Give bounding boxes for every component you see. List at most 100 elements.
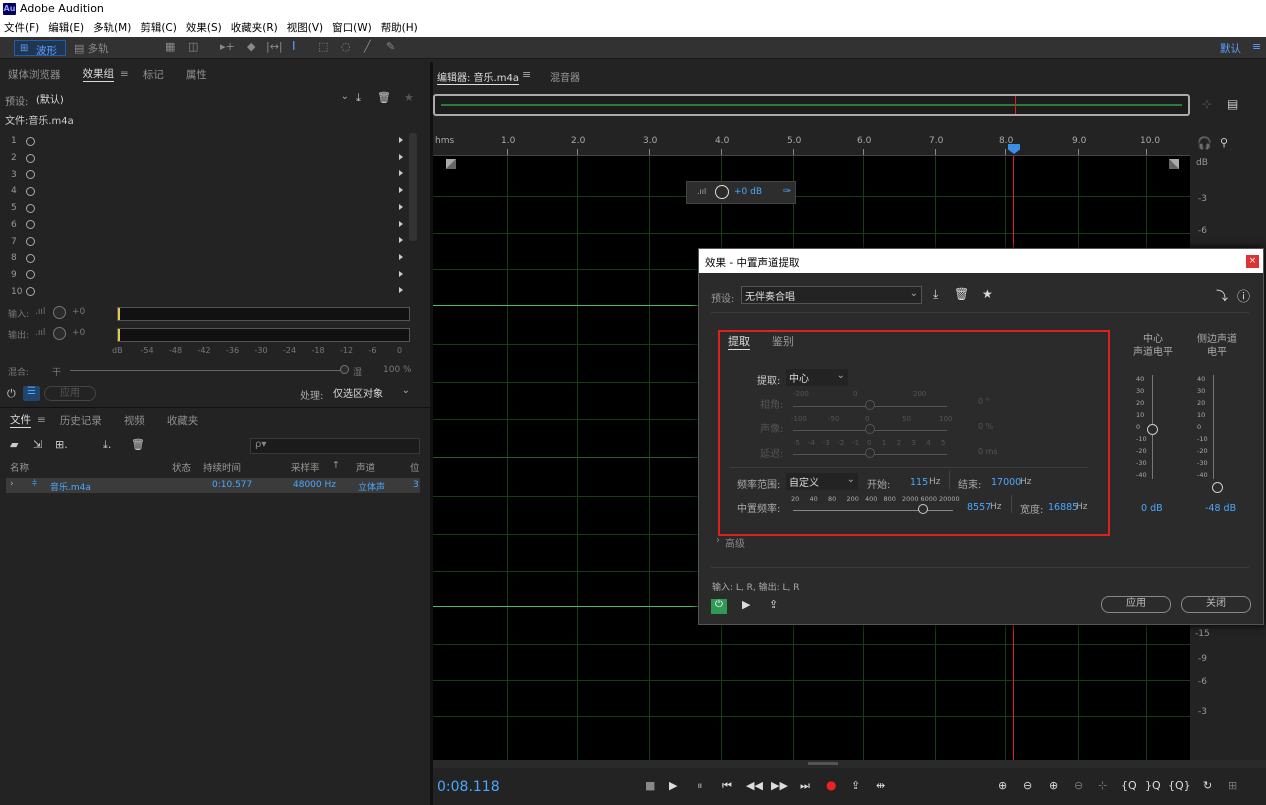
zoom-out-time-icon[interactable]: ⊖ xyxy=(1074,779,1083,792)
spot-healing-tool-icon[interactable]: ✎ xyxy=(386,40,395,53)
expand-icon[interactable]: › xyxy=(10,479,14,489)
center-freq-slider-track[interactable] xyxy=(793,510,953,511)
angle-slider-thumb[interactable] xyxy=(865,400,875,410)
workspace-menu-icon[interactable]: ≡ xyxy=(1252,40,1261,53)
panel-menu-icon[interactable]: ▤ xyxy=(1227,97,1238,111)
end-value[interactable]: 17000 xyxy=(991,477,1021,488)
menu-item-8[interactable]: 帮助(H) xyxy=(381,20,418,35)
chevron-right-icon[interactable] xyxy=(399,220,403,227)
power-icon[interactable] xyxy=(26,270,35,280)
power-icon[interactable] xyxy=(26,170,35,180)
fade-in-handle-icon[interactable] xyxy=(446,159,456,169)
effect-slot[interactable]: 9 xyxy=(0,267,410,284)
skip-back-icon[interactable]: ⏮ xyxy=(722,779,732,793)
tab-favorites[interactable]: 收藏夹 xyxy=(167,413,199,428)
zoom-in-time-icon[interactable]: ⊕ xyxy=(1049,779,1058,792)
close-button[interactable]: 关闭 xyxy=(1181,596,1251,613)
favorite-star-icon[interactable]: ★ xyxy=(404,91,414,104)
menu-item-2[interactable]: 多轨(M) xyxy=(93,20,131,35)
open-folder-icon[interactable]: ▰ xyxy=(10,438,18,451)
play-icon[interactable]: ▶ xyxy=(669,779,677,792)
chevron-right-icon[interactable] xyxy=(399,170,403,177)
col-bits[interactable]: 位 xyxy=(410,460,420,474)
menu-item-1[interactable]: 编辑(E) xyxy=(48,20,84,35)
headphones-icon[interactable]: 🎧 xyxy=(1197,136,1212,150)
rack-apply-button[interactable]: 应用 xyxy=(44,386,96,401)
process-dropdown[interactable]: 仅选区对象 ⌄ xyxy=(330,384,412,401)
chevron-right-icon[interactable] xyxy=(399,237,403,244)
chevron-right-icon[interactable] xyxy=(399,153,403,160)
zoom-track-icon[interactable]: ⊞ xyxy=(1228,779,1237,792)
power-icon[interactable] xyxy=(26,186,35,196)
menu-item-0[interactable]: 文件(F) xyxy=(4,20,39,35)
effect-slot[interactable]: 3 xyxy=(0,166,410,183)
zoom-in-point-icon[interactable]: {Q xyxy=(1121,779,1137,792)
stop-icon[interactable]: ■ xyxy=(645,779,655,792)
side-level-value[interactable]: -48 dB xyxy=(1205,503,1236,514)
preset-dropdown[interactable]: (默认) ⌄ xyxy=(33,90,353,106)
marquee-tool-icon[interactable]: ⬚ xyxy=(318,40,328,53)
loop-icon[interactable]: ⇪ xyxy=(851,779,860,792)
mix-slider-thumb[interactable] xyxy=(340,365,349,374)
col-duration[interactable]: 持续时间 xyxy=(203,460,241,474)
record-icon[interactable]: ● xyxy=(826,778,836,792)
skip-selection-icon[interactable]: ⇹ xyxy=(876,779,885,792)
tab-mixer[interactable]: 混音器 xyxy=(550,69,580,84)
tab-discrimination[interactable]: 鉴别 xyxy=(772,333,794,349)
loop-icon[interactable]: ⇪ xyxy=(769,598,778,611)
import-icon[interactable]: ⇲ xyxy=(33,438,42,451)
tab-menu-icon[interactable]: ≡ xyxy=(37,414,46,426)
insert-icon[interactable]: ⤓. xyxy=(103,438,111,452)
side-level-thumb[interactable] xyxy=(1212,482,1223,493)
effect-slot[interactable]: 7 xyxy=(0,233,410,250)
effect-slot[interactable]: 8 xyxy=(0,250,410,267)
tab-media-browser[interactable]: 媒体浏览器 xyxy=(8,67,61,82)
tab-effects-rack[interactable]: 效果组 xyxy=(82,66,114,82)
chevron-right-icon[interactable] xyxy=(399,137,403,143)
pin-icon[interactable]: ✑ xyxy=(783,186,791,197)
time-ruler[interactable]: hms 1.0 2.0 3.0 4.0 5.0 6.0 7.0 8.0 9.0 10.0 xyxy=(433,135,1190,156)
close-icon[interactable]: × xyxy=(1246,255,1259,268)
power-icon[interactable] xyxy=(26,220,35,230)
rack-power-icon[interactable]: ⏻ xyxy=(7,387,16,401)
file-row[interactable]: › ⫩ 音乐.m4a 0:10.577 48000 Hz 立体声 3 xyxy=(6,478,420,493)
tab-video[interactable]: 视频 xyxy=(124,413,145,428)
slip-tool-icon[interactable]: |↔| xyxy=(266,40,283,53)
rack-list-icon[interactable]: ☰ xyxy=(23,386,40,401)
extract-dropdown[interactable]: 中心 ⌄ xyxy=(786,369,848,386)
scroll-thumb[interactable] xyxy=(808,762,838,765)
tab-files[interactable]: 文件 xyxy=(10,412,31,428)
center-level-value[interactable]: 0 dB xyxy=(1141,503,1163,514)
col-status[interactable]: 状态 xyxy=(172,460,191,474)
chevron-right-icon[interactable] xyxy=(399,287,403,294)
col-name[interactable]: 名称 xyxy=(10,460,29,474)
zoom-fit-icon[interactable]: ⊹ xyxy=(1202,97,1212,111)
chevron-right-icon[interactable] xyxy=(399,270,403,277)
favorite-star-icon[interactable]: ★ xyxy=(982,287,993,301)
chevron-right-icon[interactable] xyxy=(399,187,403,194)
power-icon[interactable]: ⏻ xyxy=(711,599,727,614)
preview-play-icon[interactable]: ▶ xyxy=(742,598,750,611)
tab-editor[interactable]: 编辑器: 音乐.m4a xyxy=(437,69,519,85)
skip-forward-icon[interactable]: ⏭ xyxy=(800,779,810,793)
input-gain-knob[interactable] xyxy=(53,306,66,319)
width-value[interactable]: 16885 xyxy=(1048,502,1078,513)
tab-menu-icon[interactable]: ≡ xyxy=(522,68,531,81)
side-level-slider[interactable]: 40 30 20 10 0 -10 -20 -30 -40 xyxy=(1197,375,1227,485)
new-file-icon[interactable]: ⊞. xyxy=(55,438,68,451)
overview-bar[interactable] xyxy=(433,94,1190,116)
power-icon[interactable] xyxy=(26,237,35,247)
center-freq-value[interactable]: 8557 xyxy=(967,502,991,513)
col-channels[interactable]: 声道 xyxy=(356,460,375,474)
route-channels-icon[interactable]: ⤵ xyxy=(1216,287,1228,304)
menu-item-4[interactable]: 效果(S) xyxy=(186,20,222,35)
file-search-input[interactable]: ρ▾ xyxy=(250,438,420,454)
spectral-display-icon[interactable]: ▦ xyxy=(165,40,175,53)
tab-markers[interactable]: 标记 xyxy=(143,67,164,82)
power-icon[interactable] xyxy=(26,153,35,163)
effect-slot[interactable]: 1 xyxy=(0,133,410,150)
info-icon[interactable]: ⓘ xyxy=(1237,286,1250,305)
lasso-tool-icon[interactable]: ◌ xyxy=(341,40,351,53)
delay-slider-thumb[interactable] xyxy=(865,448,875,458)
power-icon[interactable] xyxy=(26,203,35,213)
